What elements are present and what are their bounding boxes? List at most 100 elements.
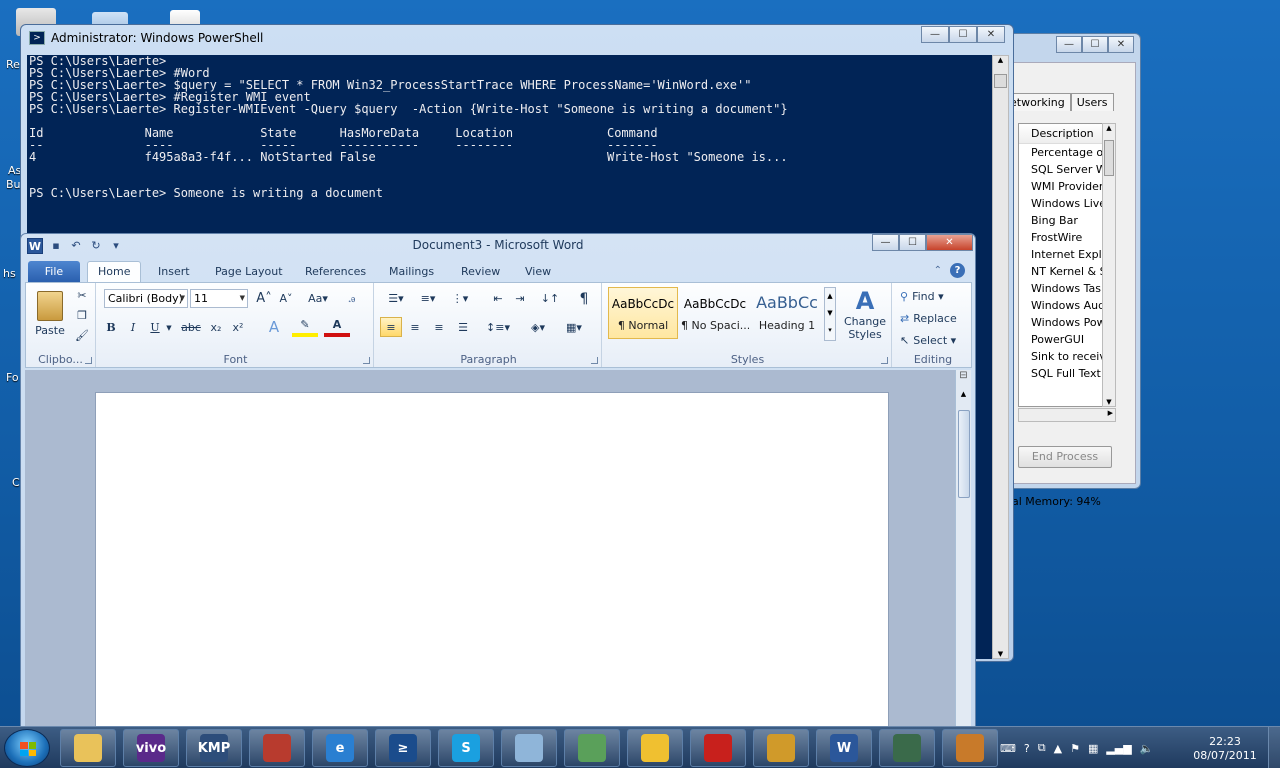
scroll-thumb[interactable] xyxy=(994,74,1007,88)
font-name-combo[interactable]: Calibri (Body) ▼ xyxy=(104,289,188,308)
scroll-down-icon[interactable]: ▼ xyxy=(993,650,1008,658)
process-list[interactable]: Description Percentage o SQL Server W WMI … xyxy=(1018,123,1112,407)
close-icon[interactable]: ✕ xyxy=(1108,36,1134,53)
justify-icon[interactable]: ☰ xyxy=(452,317,474,337)
process-list-item[interactable]: SQL Server W xyxy=(1019,161,1111,178)
process-list-item[interactable]: Bing Bar xyxy=(1019,212,1111,229)
italic-button[interactable]: I xyxy=(124,318,142,337)
taskbar-app-word[interactable]: W xyxy=(816,729,872,767)
multilevel-list-icon[interactable]: ⋮▾ xyxy=(446,289,474,308)
clipboard-launcher-icon[interactable] xyxy=(85,357,92,364)
process-list-item[interactable]: PowerGUI xyxy=(1019,331,1111,348)
process-list-item[interactable]: Windows Pow xyxy=(1019,314,1111,331)
taskbar-app-network-tool[interactable] xyxy=(564,729,620,767)
desktop-label[interactable]: Fo xyxy=(6,371,19,384)
align-right-icon[interactable]: ≡ xyxy=(428,317,450,337)
scroll-down-icon[interactable]: ▼ xyxy=(1103,398,1115,406)
vertical-scrollbar[interactable]: ▲ ▼ xyxy=(1102,123,1116,407)
task-manager-window[interactable]: — ☐ ✕ etworking Users Description Percen… xyxy=(1000,33,1141,508)
format-painter-icon[interactable]: 🖌 xyxy=(74,327,90,343)
scroll-thumb[interactable] xyxy=(1104,140,1114,176)
document-area[interactable] xyxy=(25,370,955,767)
taskbar-app-tool-app[interactable] xyxy=(753,729,809,767)
taskbar-app-bird-app[interactable] xyxy=(627,729,683,767)
taskbar-app-vivo[interactable]: vivo xyxy=(123,729,179,767)
style-heading-1[interactable]: AaBbCc Heading 1 xyxy=(752,287,822,339)
copy-icon[interactable]: ❐ xyxy=(74,307,90,323)
process-list-item[interactable]: WMI Provider xyxy=(1019,178,1111,195)
keyboard-icon[interactable]: ⌨ xyxy=(1000,742,1016,755)
tab-mailings[interactable]: Mailings xyxy=(389,263,434,282)
process-list-item[interactable]: Sink to receiv xyxy=(1019,348,1111,365)
taskbar-app-skype[interactable]: S xyxy=(438,729,494,767)
desktop-label[interactable]: C xyxy=(12,476,20,489)
minimize-icon[interactable]: — xyxy=(921,26,949,43)
scroll-thumb[interactable] xyxy=(958,410,970,498)
tab-users[interactable]: Users xyxy=(1070,93,1114,111)
show-hidden-icons-icon[interactable]: ▲ xyxy=(1054,742,1062,755)
tab-insert[interactable]: Insert xyxy=(158,263,190,282)
process-list-item[interactable]: Windows Live xyxy=(1019,195,1111,212)
text-effects-button[interactable]: A xyxy=(262,316,286,337)
taskbar-app-powershell[interactable]: ≥ xyxy=(375,729,431,767)
subscript-button[interactable]: x₂ xyxy=(206,318,226,337)
shrink-font-button[interactable]: A ˅ xyxy=(276,289,296,308)
desktop-label[interactable]: Bu xyxy=(6,178,21,191)
tab-view[interactable]: View xyxy=(525,263,551,282)
sort-icon[interactable]: ↓↑ xyxy=(540,289,560,308)
document-scrollbar[interactable]: ⊟ ▲ ▼ xyxy=(955,370,971,767)
taskbar-app-paint-app[interactable] xyxy=(942,729,998,767)
styles-gallery-scroll[interactable]: ▲ ▼ ▾ xyxy=(824,287,836,341)
process-list-item[interactable]: NT Kernel & S xyxy=(1019,263,1111,280)
align-left-icon[interactable]: ≡ xyxy=(380,317,402,337)
tab-references[interactable]: References xyxy=(305,263,366,282)
bold-button[interactable]: B xyxy=(102,318,120,337)
column-header-description[interactable]: Description xyxy=(1019,124,1111,144)
increase-indent-icon[interactable]: ⇥ xyxy=(510,289,530,308)
font-color-button[interactable]: A xyxy=(324,316,350,337)
taskbar-app-fireworks-tool[interactable] xyxy=(249,729,305,767)
network-icon[interactable]: ▦ xyxy=(1088,742,1098,755)
change-styles-button[interactable]: A Change Styles xyxy=(842,285,888,343)
clear-formatting-icon[interactable]: ꭿ xyxy=(342,289,362,308)
taskbar-app-adobe-reader[interactable] xyxy=(690,729,746,767)
numbering-icon[interactable]: ≡▾ xyxy=(414,289,442,308)
chevron-down-icon[interactable]: ▼ xyxy=(164,318,174,337)
grow-font-button[interactable]: A ˄ xyxy=(254,289,274,308)
start-button[interactable] xyxy=(4,729,50,767)
taskbar-app-explorer[interactable] xyxy=(60,729,116,767)
ruler-toggle-icon[interactable]: ⊟ xyxy=(956,370,971,384)
paste-button[interactable]: Paste xyxy=(32,287,68,341)
tab-file[interactable]: File xyxy=(28,261,80,282)
help-icon[interactable]: ? xyxy=(1024,742,1030,755)
process-list-item[interactable]: Windows Task xyxy=(1019,280,1111,297)
bullets-icon[interactable]: ☰▾ xyxy=(382,289,410,308)
font-size-combo[interactable]: 11 ▼ xyxy=(190,289,248,308)
highlight-button[interactable]: ✎ xyxy=(292,316,318,337)
process-list-item[interactable]: Windows Aud xyxy=(1019,297,1111,314)
scroll-up-icon[interactable]: ▲ xyxy=(956,390,971,404)
volume-icon[interactable]: 🔈 xyxy=(1140,742,1154,755)
change-case-button[interactable]: Aa ▾ xyxy=(304,289,332,308)
strikethrough-button[interactable]: abc xyxy=(180,318,202,337)
shading-icon[interactable]: ◈▾ xyxy=(524,317,552,337)
paragraph-launcher-icon[interactable] xyxy=(591,357,598,364)
tab-review[interactable]: Review xyxy=(461,263,500,282)
tab-page-layout[interactable]: Page Layout xyxy=(215,263,283,282)
select-button[interactable]: ↖ Select ▾ xyxy=(900,331,956,349)
maximize-icon[interactable]: ☐ xyxy=(899,234,926,251)
maximize-icon[interactable]: ☐ xyxy=(949,26,977,43)
sync-icon[interactable]: ⧉ xyxy=(1038,741,1046,755)
close-icon[interactable]: ✕ xyxy=(926,234,973,251)
process-list-item[interactable]: Internet Explo xyxy=(1019,246,1111,263)
end-process-button[interactable]: End Process xyxy=(1018,446,1112,468)
minimize-icon[interactable]: — xyxy=(1056,36,1082,53)
taskbar-app-notepad-tool[interactable] xyxy=(501,729,557,767)
taskbar-app-internet-explorer[interactable]: e xyxy=(312,729,368,767)
desktop-label[interactable]: hs xyxy=(3,267,16,280)
tab-networking[interactable]: etworking xyxy=(1004,93,1071,111)
cut-icon[interactable]: ✂ xyxy=(74,287,90,303)
minimize-ribbon-icon[interactable]: ⌃ xyxy=(934,265,942,276)
style-normal[interactable]: AaBbCcDc ¶ Normal xyxy=(608,287,678,339)
style-no-spacing[interactable]: AaBbCcDc ¶ No Spaci... xyxy=(680,287,750,339)
